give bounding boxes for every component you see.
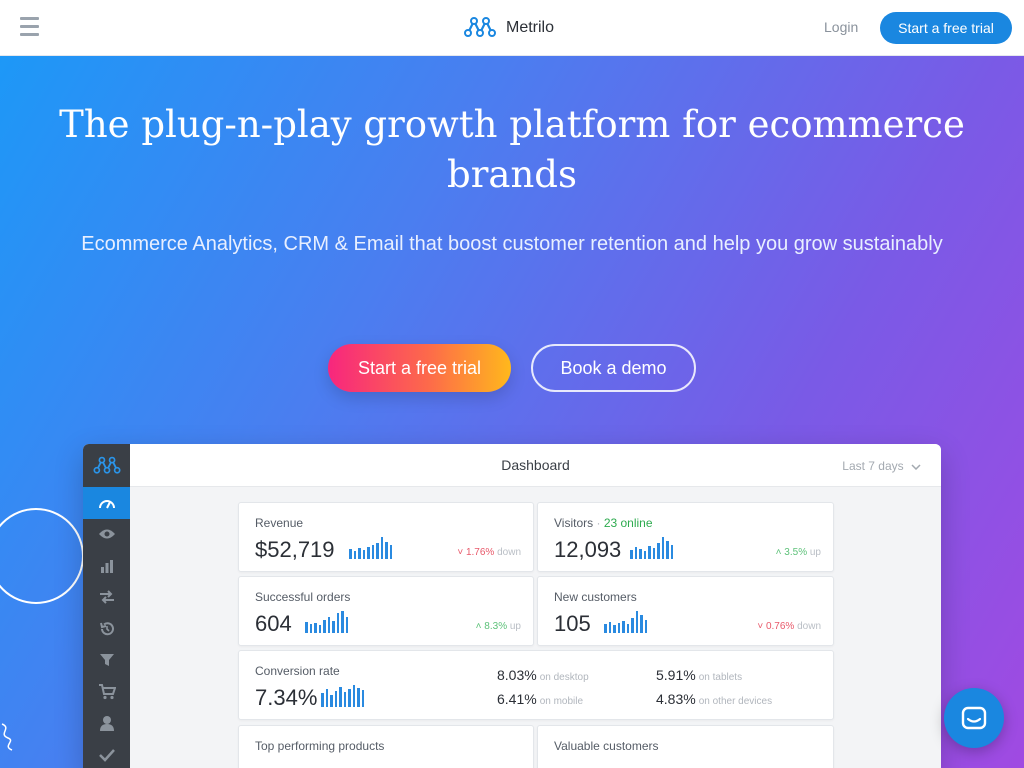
conversion-mobile: 6.41% on mobile xyxy=(497,691,583,707)
funnel-icon[interactable] xyxy=(83,645,130,677)
conversion-tablets-label: on tablets xyxy=(698,672,743,683)
revenue-label: Revenue xyxy=(255,516,304,530)
user-icon[interactable] xyxy=(83,708,130,740)
speedometer-icon[interactable] xyxy=(83,487,130,519)
orders-delta-value: 8.3% xyxy=(484,621,508,632)
bar-chart-icon[interactable] xyxy=(83,550,130,582)
new-customers-delta: ˅ 0.76% down xyxy=(757,621,821,632)
history-icon[interactable] xyxy=(83,613,130,645)
top-products-label: Top performing products xyxy=(255,739,385,753)
metrilo-logo-icon xyxy=(464,17,496,37)
arrow-up-icon: ˄ xyxy=(775,547,782,558)
arrow-up-icon: ˄ xyxy=(475,621,482,632)
eye-icon[interactable] xyxy=(83,519,130,551)
revenue-card: Revenue $52,719 ˅ 1.76% down xyxy=(238,502,534,572)
visitors-card: Visitors · 23 online 12,093 ˄ 3.5% up xyxy=(537,502,834,572)
decorative-squiggle-icon xyxy=(1,723,13,751)
cart-icon[interactable] xyxy=(83,676,130,708)
conversion-other-value: 4.83% xyxy=(656,691,696,707)
conversion-mobile-label: on mobile xyxy=(539,696,584,707)
conversion-desktop-value: 8.03% xyxy=(497,667,537,683)
conversion-tablets: 5.91% on tablets xyxy=(656,667,742,683)
visitors-delta-word: up xyxy=(809,547,821,558)
decorative-circle xyxy=(0,508,84,604)
conversion-desktop-label: on desktop xyxy=(539,672,589,683)
visitors-sparkline xyxy=(630,533,673,559)
conversion-desktop: 8.03% on desktop xyxy=(497,667,589,683)
revenue-value: $52,719 xyxy=(255,537,335,562)
revenue-delta-word: down xyxy=(497,547,521,558)
orders-delta-word: up xyxy=(509,621,521,632)
dashboard-header: Dashboard Last 7 days xyxy=(130,444,941,487)
conversion-sparkline xyxy=(321,681,364,707)
orders-value: 604 xyxy=(255,611,292,636)
chat-icon xyxy=(961,706,987,730)
orders-card: Successful orders 604 ˄ 8.3% up xyxy=(238,576,534,646)
sidebar-logo-icon xyxy=(83,444,130,487)
new-customers-delta-value: 0.76% xyxy=(765,621,795,632)
valuable-customers-card: Valuable customers xyxy=(537,725,834,768)
revenue-sparkline xyxy=(349,533,392,559)
conversion-tablets-value: 5.91% xyxy=(656,667,696,683)
new-customers-value: 105 xyxy=(554,611,591,636)
dashboard-title: Dashboard xyxy=(501,457,570,473)
revenue-delta: ˅ 1.76% down xyxy=(457,547,521,558)
visitors-value: 12,093 xyxy=(554,537,622,562)
start-trial-button[interactable]: Start a free trial xyxy=(328,344,511,392)
conversion-card: Conversion rate 7.34% 8.03% on desktop 6.… xyxy=(238,650,834,720)
brand-name: Metrilo xyxy=(506,19,555,36)
new-customers-label: New customers xyxy=(554,590,637,604)
visitors-delta-value: 3.5% xyxy=(784,547,808,558)
arrow-down-icon: ˅ xyxy=(457,547,464,558)
new-customers-sparkline xyxy=(604,607,647,633)
visitors-delta: ˄ 3.5% up xyxy=(776,547,821,558)
date-range-select[interactable]: Last 7 days xyxy=(842,459,921,473)
brand[interactable]: Metrilo xyxy=(464,14,554,42)
visitors-label-text: Visitors xyxy=(554,516,594,530)
hero-title: The plug-n-play growth platform for ecom… xyxy=(59,103,965,196)
top-products-card: Top performing products xyxy=(238,725,534,768)
hero-subtitle: Ecommerce Analytics, CRM & Email that bo… xyxy=(81,233,943,255)
conversion-other: 4.83% on other devices xyxy=(656,691,772,707)
hero-section: The plug-n-play growth platform for ecom… xyxy=(0,56,1024,768)
check-icon[interactable] xyxy=(83,739,130,768)
dashboard-sidebar xyxy=(83,444,130,768)
conversion-other-label: on other devices xyxy=(698,696,773,707)
orders-label: Successful orders xyxy=(255,590,351,604)
conversion-label: Conversion rate xyxy=(255,664,340,678)
menu-icon[interactable] xyxy=(20,17,39,37)
transfer-icon[interactable] xyxy=(83,582,130,614)
login-link[interactable]: Login xyxy=(824,19,858,35)
top-nav: Metrilo Login Start a free trial xyxy=(0,0,1024,56)
conversion-value: 7.34% xyxy=(255,685,318,710)
visitors-online: 23 online xyxy=(603,516,653,530)
revenue-delta-value: 1.76% xyxy=(465,547,495,558)
conversion-mobile-value: 6.41% xyxy=(497,691,537,707)
dashboard-preview: Dashboard Last 7 days Revenue $52,719 ˅ … xyxy=(83,444,941,768)
date-range-label: Last 7 days xyxy=(842,459,904,473)
orders-sparkline xyxy=(305,607,348,633)
chat-launcher-button[interactable] xyxy=(944,688,1004,748)
new-customers-delta-word: down xyxy=(797,621,821,632)
new-customers-card: New customers 105 ˅ 0.76% down xyxy=(537,576,834,646)
start-trial-nav-button[interactable]: Start a free trial xyxy=(880,12,1012,44)
valuable-customers-label: Valuable customers xyxy=(554,739,659,753)
orders-delta: ˄ 8.3% up xyxy=(476,621,521,632)
chevron-down-icon xyxy=(911,464,921,470)
book-demo-button[interactable]: Book a demo xyxy=(531,344,696,392)
visitors-label: Visitors · 23 online xyxy=(554,516,653,530)
arrow-down-icon: ˅ xyxy=(757,621,764,632)
